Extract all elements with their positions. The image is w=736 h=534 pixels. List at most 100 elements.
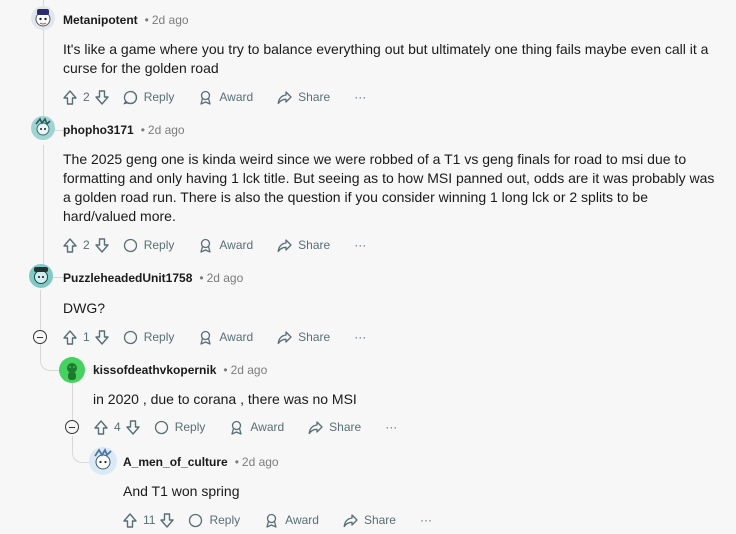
more-options-button[interactable]: ···	[354, 238, 366, 252]
thread-line	[43, 18, 44, 102]
avatar[interactable]	[31, 6, 55, 30]
award-button[interactable]: Award	[264, 513, 319, 528]
reply-button[interactable]: Reply	[123, 238, 174, 253]
reply-label: Reply	[143, 330, 175, 344]
award-icon	[198, 90, 213, 105]
reply-icon	[122, 90, 138, 105]
award-label: Award	[219, 238, 254, 252]
award-icon	[229, 420, 244, 435]
share-icon	[308, 420, 323, 435]
award-label: Award	[219, 330, 254, 344]
share-label: Share	[298, 90, 331, 104]
award-button[interactable]: Award	[229, 420, 284, 435]
reply-button[interactable]: Reply	[188, 513, 240, 528]
username[interactable]: kissofdeathvkopernik	[93, 363, 216, 377]
share-label: Share	[298, 238, 331, 252]
upvote-icon[interactable]	[94, 419, 108, 435]
comment-body: in 2020 , due to corana , there was no M…	[93, 390, 357, 409]
share-icon	[277, 330, 292, 345]
ellipsis-icon: ···	[419, 513, 432, 527]
share-button[interactable]: Share	[343, 513, 396, 528]
timestamp[interactable]: 2d ago	[148, 123, 185, 137]
username[interactable]: A_men_of_culture	[123, 455, 228, 469]
comment-body: It's like a game where you try to balanc…	[63, 40, 708, 78]
share-icon	[343, 513, 358, 528]
username[interactable]: phopho3171	[63, 123, 134, 137]
comment-line: a golden road run. There is also the que…	[63, 189, 648, 205]
timestamp[interactable]: 2d ago	[152, 13, 189, 27]
comment-meta: kissofdeathvkopernik • 2d ago	[93, 362, 267, 378]
vote-count: 2	[83, 238, 90, 252]
avatar[interactable]	[29, 264, 53, 288]
vote-group: 11	[123, 512, 175, 528]
reply-label: Reply	[143, 90, 175, 104]
vote-group: 1	[63, 329, 109, 345]
separator: •	[234, 455, 239, 469]
separator: •	[223, 363, 228, 377]
downvote-icon[interactable]	[160, 512, 175, 528]
timestamp[interactable]: 2d ago	[242, 455, 279, 469]
vote-count: 4	[114, 420, 121, 434]
award-icon	[264, 513, 279, 528]
comment-line: curse for the golden road	[63, 60, 219, 76]
share-icon	[277, 90, 292, 105]
vote-count: 1	[83, 330, 90, 344]
comment-line: DWG?	[63, 300, 105, 316]
comment-actions: 1 Reply Award Share ···	[63, 326, 366, 348]
upvote-icon[interactable]	[123, 512, 137, 528]
share-button[interactable]: Share	[277, 238, 330, 253]
reply-button[interactable]: Reply	[154, 420, 206, 435]
avatar[interactable]	[89, 447, 117, 475]
downvote-icon[interactable]	[94, 89, 109, 105]
collapse-thread-button[interactable]	[33, 330, 47, 344]
more-options-button[interactable]: ···	[354, 330, 366, 344]
vote-group: 2	[63, 89, 109, 105]
upvote-icon[interactable]	[63, 237, 77, 253]
more-options-button[interactable]: ···	[385, 420, 397, 434]
comment-line: hard/valued more.	[63, 208, 176, 224]
downvote-icon[interactable]	[94, 329, 109, 345]
reply-button[interactable]: Reply	[122, 90, 175, 105]
more-options-button[interactable]: ···	[354, 90, 366, 104]
share-button[interactable]: Share	[308, 420, 361, 435]
timestamp[interactable]: 2d ago	[207, 271, 244, 285]
comment-meta: Metanipotent • 2d ago	[63, 12, 189, 28]
username[interactable]: PuzzleheadedUnit1758	[63, 271, 192, 285]
comment-actions: 2 Reply Award Share ···	[63, 234, 366, 256]
comment-line: The 2025 geng one is kinda weird since w…	[63, 151, 687, 167]
downvote-icon[interactable]	[94, 237, 109, 253]
reply-label: Reply	[174, 420, 206, 434]
comment-actions: 4 Reply Award Share ···	[94, 416, 397, 438]
comment-meta: A_men_of_culture • 2d ago	[123, 454, 279, 470]
comment-line: formatting and only having 1 lck title. …	[63, 170, 715, 186]
upvote-icon[interactable]	[63, 89, 77, 105]
thread-line	[43, 145, 44, 250]
reply-icon	[188, 513, 203, 528]
share-label: Share	[329, 420, 362, 434]
comment-body: And T1 won spring	[123, 482, 239, 501]
more-options-button[interactable]: ···	[420, 513, 432, 527]
separator: •	[199, 271, 204, 285]
award-icon	[198, 330, 213, 345]
award-button[interactable]: Award	[198, 238, 253, 253]
upvote-icon[interactable]	[63, 329, 77, 345]
reply-icon	[123, 330, 138, 345]
award-label: Award	[285, 513, 319, 527]
share-button[interactable]: Share	[277, 90, 330, 105]
downvote-icon[interactable]	[125, 419, 140, 435]
reply-button[interactable]: Reply	[123, 330, 175, 345]
share-button[interactable]: Share	[277, 330, 330, 345]
award-button[interactable]: Award	[198, 90, 253, 105]
vote-group: 2	[63, 237, 109, 253]
avatar[interactable]	[31, 116, 55, 140]
award-button[interactable]: Award	[198, 330, 253, 345]
timestamp[interactable]: 2d ago	[231, 363, 268, 377]
thread-line	[72, 382, 73, 420]
collapse-thread-button[interactable]	[65, 420, 79, 434]
ellipsis-icon: ···	[354, 90, 367, 104]
comment-meta: phopho3171 • 2d ago	[63, 122, 185, 138]
username[interactable]: Metanipotent	[63, 13, 138, 27]
avatar[interactable]	[59, 357, 85, 383]
comment-body: The 2025 geng one is kinda weird since w…	[63, 150, 714, 226]
separator: •	[144, 13, 149, 27]
